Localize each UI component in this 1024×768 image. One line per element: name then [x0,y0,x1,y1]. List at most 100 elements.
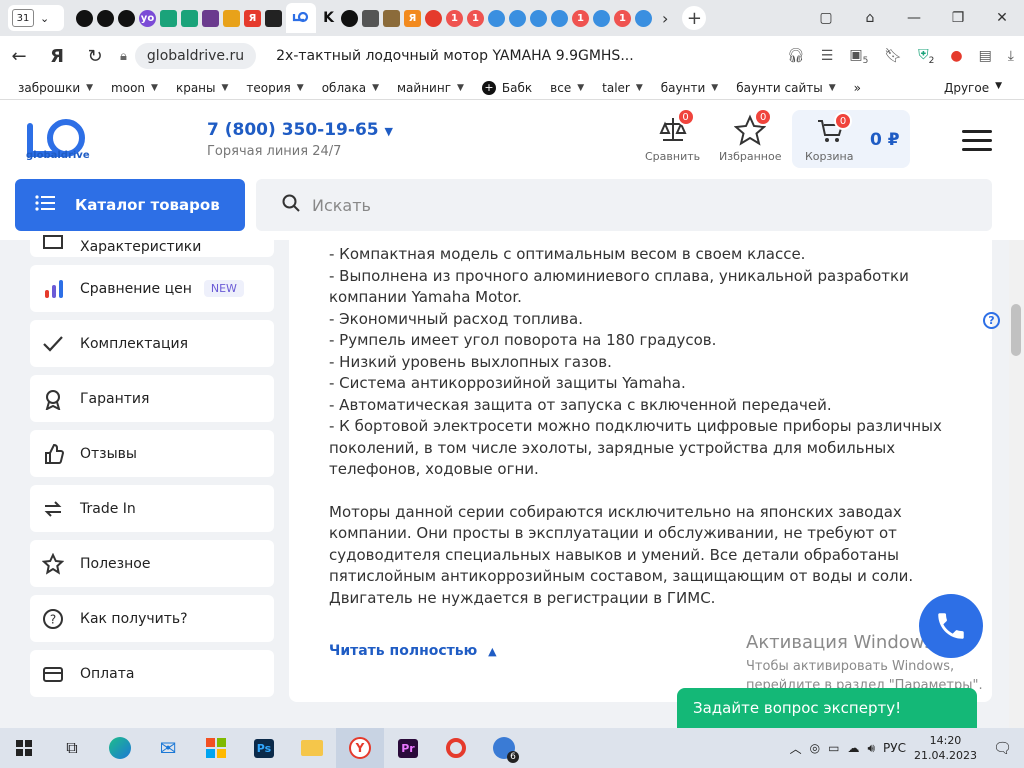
help-circle-icon[interactable]: ◎ [810,741,820,755]
yandex-browser-taskbar-icon[interactable]: Y [336,728,384,768]
bookmark-folder[interactable]: облака ▼ [322,81,379,95]
close-button[interactable]: ✕ [980,10,1024,26]
sidebar-item-equipment[interactable]: Комплектация [30,320,274,367]
menu-hamburger-icon[interactable] [962,130,992,157]
sidebar-item-trade-in[interactable]: Trade In [30,485,274,532]
tab-favicon[interactable] [265,9,282,27]
premiere-icon[interactable]: Pr [384,728,432,768]
download-icon[interactable]: ⤓ [1008,48,1014,64]
tab-favicon[interactable] [76,9,93,27]
notification-center-icon[interactable]: 🗨︎ [993,739,1012,757]
tab-counter-button[interactable]: 31 ⌄ [8,5,64,31]
tab-favicon[interactable] [635,9,652,27]
help-question-icon[interactable]: ? [983,312,1000,329]
cloud-icon[interactable]: ☁ [847,741,859,755]
bookmark-folder[interactable]: баунти сайты ▼ [736,81,835,95]
sidebar-item-payment[interactable]: Оплата [30,650,274,697]
notifications-bell-icon[interactable]: ⌂ [848,10,892,26]
start-windows-icon[interactable] [0,728,48,768]
back-arrow-icon[interactable]: ← [0,46,38,67]
shield-icon[interactable]: ⛨2 [918,47,934,66]
sidebar-item-delivery[interactable]: ? Как получить? [30,595,274,642]
catalog-button[interactable]: Каталог товаров [15,179,245,231]
url-domain[interactable]: globaldrive.ru [134,43,257,69]
tab-favicon[interactable] [97,9,114,27]
chevron-up-icon[interactable]: ︿ [790,740,802,757]
favorites-button[interactable]: 0 Избранное [719,108,781,163]
headphones-icon[interactable]: 🎧︎ [787,48,805,64]
reader-mode-icon[interactable]: ☰ [821,48,834,64]
tab-active-globaldrive[interactable] [286,3,316,33]
bookmark-folder[interactable]: баунти ▼ [661,81,718,95]
other-bookmarks-folder[interactable]: Другое ▼ [944,81,1002,95]
bookmarks-more-button[interactable]: » [854,81,861,95]
bookmark-folder[interactable]: заброшки ▼ [18,81,93,95]
tab-favicon[interactable] [362,9,379,27]
compare-button[interactable]: 0 Сравнить [645,108,700,163]
messenger-icon[interactable]: 6 [480,728,528,768]
tab-favicon[interactable] [425,9,442,27]
tab-favicon[interactable]: Я [404,9,421,27]
reload-icon[interactable]: ↻ [76,46,114,67]
chevron-right-icon[interactable]: › [662,9,668,28]
bookmark-folder[interactable]: все ▼ [550,81,584,95]
scrollbar-thumb[interactable] [1011,304,1021,356]
opera-icon[interactable] [432,728,480,768]
call-button[interactable] [919,594,983,658]
tab-favicon[interactable] [118,9,135,27]
tab-favicon[interactable] [181,9,198,27]
read-more-link[interactable]: Читать полностью ▲ [329,643,497,659]
bookmark-folder[interactable]: moon ▼ [111,81,158,95]
mail-icon[interactable]: ✉ [144,728,192,768]
bookmark-folder[interactable]: taler ▼ [602,81,643,95]
photoshop-icon[interactable]: Ps [240,728,288,768]
tab-favicon[interactable]: 1 [446,9,463,27]
store-icon[interactable] [192,728,240,768]
bookmark-folder[interactable]: краны ▼ [176,81,228,95]
file-explorer-icon[interactable] [288,728,336,768]
tab-favicon[interactable]: 1 [614,9,631,27]
tab-favicon[interactable] [341,9,358,27]
url-field[interactable]: 🔒︎ globaldrive.ru 2х-тактный лодочный мо… [120,43,634,69]
tab-favicon[interactable] [488,9,505,27]
colorful-extension-icon[interactable]: ● [950,48,962,64]
phone-number[interactable]: 7 (800) 350-19-65 ▼ [207,120,393,140]
tab-favicon[interactable] [593,9,610,27]
cart-button[interactable]: 0 Корзина 0 ₽ [792,110,910,168]
tab-favicon[interactable]: 1 [467,9,484,27]
tab-favicon[interactable] [223,9,240,27]
bookmark-folder[interactable]: майнинг ▼ [397,81,464,95]
clock[interactable]: 14:20 21.04.2023 [914,733,977,763]
bookmarks-panel-icon[interactable]: ▤ [979,48,992,64]
bookmark-icon[interactable]: 🔖︎ [884,48,902,64]
ask-expert-button[interactable]: Задайте вопрос эксперту! [677,688,977,728]
tab-favicon[interactable] [530,9,547,27]
restore-button[interactable]: ❐ [936,10,980,26]
tab-favicon[interactable]: 1 [572,9,589,27]
tab-favicon[interactable] [551,9,568,27]
collections-icon[interactable]: ▢ [804,10,848,26]
tab-favicon[interactable] [202,9,219,27]
edge-browser-icon[interactable] [96,728,144,768]
extension-icon[interactable]: ▣5 [849,47,868,66]
network-icon[interactable]: ▭ [828,741,839,755]
task-view-icon[interactable]: ⧉ [48,728,96,768]
search-input[interactable]: Искать [256,179,992,231]
new-tab-button[interactable]: + [682,6,707,30]
sidebar-item-reviews[interactable]: Отзывы [30,430,274,477]
tab-favicon[interactable]: yo [139,9,156,27]
sidebar-item-useful[interactable]: Полезное [30,540,274,587]
sidebar-item-specs[interactable]: Характеристики [30,233,274,257]
volume-icon[interactable]: 🔊︎ [867,741,875,756]
language-indicator[interactable]: РУС [883,741,906,755]
bookmark-folder[interactable]: теория ▼ [246,81,303,95]
tab-favicon[interactable]: Я [244,9,261,27]
tab-favicon[interactable]: K [320,10,337,27]
tab-favicon[interactable] [509,9,526,27]
tab-favicon[interactable] [383,9,400,27]
sidebar-item-price-compare[interactable]: Сравнение цен NEW [30,265,274,312]
yandex-logo-icon[interactable]: Я [38,46,76,67]
minimize-button[interactable]: — [892,10,936,26]
sidebar-item-warranty[interactable]: Гарантия [30,375,274,422]
tab-favicon[interactable] [160,9,177,27]
